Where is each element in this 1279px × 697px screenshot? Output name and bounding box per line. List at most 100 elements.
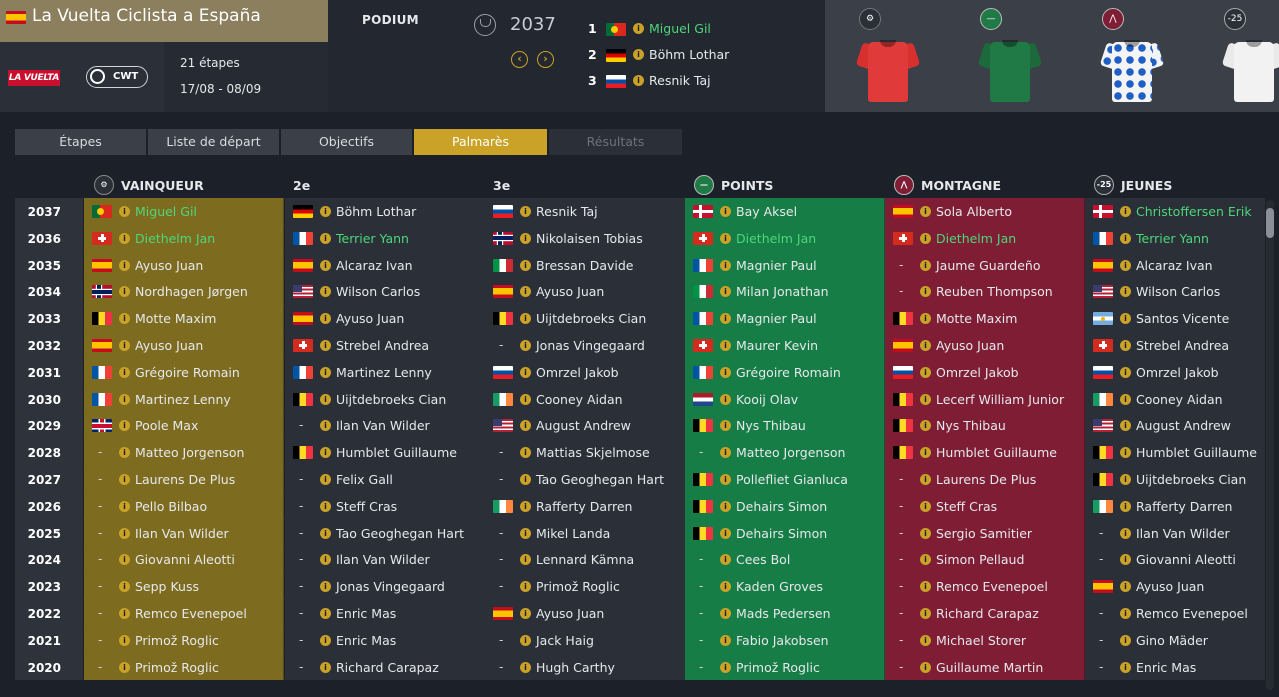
winner-cell[interactable]: - i Primož Roglic [84,626,284,654]
scrollbar[interactable] [1266,200,1274,690]
info-icon[interactable]: i [119,259,130,271]
second-cell[interactable]: i Wilson Carlos [285,278,485,306]
third-cell[interactable]: - i Primož Roglic [485,573,685,600]
info-icon[interactable]: i [119,527,130,539]
second-cell[interactable]: - i Enric Mas [285,599,485,627]
info-icon[interactable]: i [520,232,531,244]
info-icon[interactable]: i [920,393,931,405]
third-cell[interactable]: i Rafferty Darren [485,492,685,520]
info-icon[interactable]: i [320,232,331,244]
youth-cell[interactable]: i Santos Vicente [1085,305,1265,332]
scroll-thumb[interactable] [1266,208,1274,238]
info-icon[interactable]: i [720,393,731,405]
info-icon[interactable]: i [720,581,731,593]
info-icon[interactable]: i [1120,259,1131,271]
info-icon[interactable]: i [633,23,644,34]
info-icon[interactable]: i [1120,473,1131,485]
winner-cell[interactable]: i Ayuso Juan [84,331,284,359]
info-icon[interactable]: i [1120,554,1131,566]
info-icon[interactable]: i [320,339,331,351]
info-icon[interactable]: i [920,500,931,512]
third-cell[interactable]: - i Jack Haig [485,626,685,654]
info-icon[interactable]: i [920,581,931,593]
youth-cell[interactable]: i Alcaraz Ivan [1085,251,1265,279]
third-cell[interactable]: i Cooney Aidan [485,385,685,413]
winner-cell[interactable]: i Nordhagen Jørgen [84,278,284,306]
mountain-cell[interactable]: - i Jaume Guardeño [885,251,1085,279]
info-icon[interactable]: i [520,634,531,646]
third-cell[interactable]: i Resnik Taj [485,198,685,225]
info-icon[interactable]: i [320,661,331,673]
winner-cell[interactable]: - i Remco Evenepoel [84,599,284,627]
mountain-cell[interactable]: - i Remco Evenepoel [885,573,1085,600]
info-icon[interactable]: i [720,339,731,351]
youth-cell[interactable]: - i Enric Mas [1085,653,1265,681]
second-cell[interactable]: - i Steff Cras [285,492,485,520]
mountain-cell[interactable]: - i Sergio Samitier [885,519,1085,547]
info-icon[interactable]: i [1120,366,1131,378]
info-icon[interactable]: i [920,634,931,646]
info-icon[interactable]: i [119,232,130,244]
mountain-cell[interactable]: i Humblet Guillaume [885,439,1085,466]
info-icon[interactable]: i [119,500,130,512]
info-icon[interactable]: i [720,527,731,539]
youth-cell[interactable]: - i Giovanni Aleotti [1085,546,1265,574]
info-icon[interactable]: i [1120,447,1131,459]
info-icon[interactable]: i [520,259,531,271]
prev-year-button[interactable]: ‹ [511,51,528,68]
mountain-cell[interactable]: - i Michael Storer [885,626,1085,654]
info-icon[interactable]: i [720,366,731,378]
second-cell[interactable]: i Terrier Yann [285,224,485,252]
points-cell[interactable]: - i Matteo Jorgenson [685,439,885,466]
winner-cell[interactable]: i Grégoire Romain [84,358,284,386]
info-icon[interactable]: i [1120,634,1131,646]
info-icon[interactable]: i [320,581,331,593]
points-cell[interactable]: i Grégoire Romain [685,358,885,386]
info-icon[interactable]: i [920,554,931,566]
info-icon[interactable]: i [720,286,731,298]
points-cell[interactable]: i Magnier Paul [685,305,885,332]
winner-cell[interactable]: i Poole Max [84,412,284,440]
next-year-button[interactable]: › [537,51,554,68]
third-cell[interactable]: i Nikolaisen Tobias [485,224,685,252]
info-icon[interactable]: i [720,554,731,566]
info-icon[interactable]: i [119,661,130,673]
winner-cell[interactable]: - i Matteo Jorgenson [84,439,284,466]
points-cell[interactable]: i Pollefliet Gianluca [685,465,885,493]
mountain-cell[interactable]: - i Steff Cras [885,492,1085,520]
mountain-cell[interactable]: - i Simon Pellaud [885,546,1085,574]
tab-liste-de-d-part[interactable]: Liste de départ [148,129,279,155]
mountain-cell[interactable]: i Omrzel Jakob [885,358,1085,386]
points-cell[interactable]: i Dehairs Simon [685,492,885,520]
second-cell[interactable]: i Uijtdebroeks Cian [285,385,485,413]
points-cell[interactable]: - i Fabio Jakobsen [685,626,885,654]
info-icon[interactable]: i [520,473,531,485]
winner-cell[interactable]: - i Laurens De Plus [84,465,284,493]
youth-cell[interactable]: i Christoffersen Erik [1085,198,1265,225]
tab--tapes[interactable]: Étapes [15,129,146,155]
info-icon[interactable]: i [320,286,331,298]
winner-cell[interactable]: i Diethelm Jan [84,224,284,252]
info-icon[interactable]: i [1120,393,1131,405]
info-icon[interactable]: i [320,607,331,619]
winner-cell[interactable]: i Martinez Lenny [84,385,284,413]
third-cell[interactable]: - i Hugh Carthy [485,653,685,681]
info-icon[interactable]: i [119,393,130,405]
info-icon[interactable]: i [1120,286,1131,298]
points-cell[interactable]: - i Primož Roglic [685,653,885,681]
info-icon[interactable]: i [520,206,531,217]
third-cell[interactable]: - i Mikel Landa [485,519,685,547]
info-icon[interactable]: i [720,313,731,325]
info-icon[interactable]: i [119,286,130,298]
mountain-cell[interactable]: i Diethelm Jan [885,224,1085,252]
mountain-cell[interactable]: i Sola Alberto [885,198,1085,225]
third-cell[interactable]: i Omrzel Jakob [485,358,685,386]
second-cell[interactable]: i Humblet Guillaume [285,439,485,466]
info-icon[interactable]: i [920,232,931,244]
info-icon[interactable]: i [119,581,130,593]
mountain-cell[interactable]: i Lecerf William Junior [885,385,1085,413]
second-cell[interactable]: - i Enric Mas [285,626,485,654]
second-cell[interactable]: - i Ilan Van Wilder [285,546,485,574]
info-icon[interactable]: i [920,366,931,378]
second-cell[interactable]: i Ayuso Juan [285,305,485,332]
